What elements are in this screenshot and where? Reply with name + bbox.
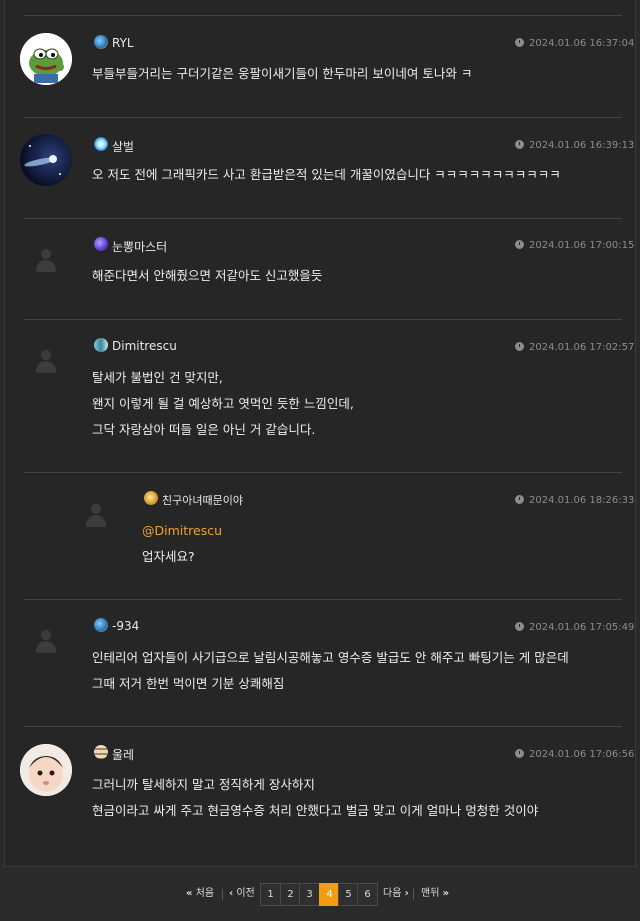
prev-page-button[interactable]: ‹ 이전 bbox=[229, 883, 255, 905]
pagination: « 처음 ‹ 이전 1 2 3 4 5 6 다음 › 맨뒤 » bbox=[0, 883, 640, 906]
timestamp-text: 2024.01.06 16:39:13 bbox=[529, 140, 635, 151]
comment-line: 그때 저거 한번 먹이면 기분 상쾌해짐 bbox=[92, 676, 285, 691]
comment-line: 왠지 이렇게 될 걸 예상하고 엿먹인 듯한 느낌인데, bbox=[92, 396, 354, 411]
clock-icon bbox=[515, 38, 524, 47]
nickname[interactable]: 친구아녀때문이야 bbox=[162, 492, 243, 508]
comment-text: @Dimitrescu 업자세요? bbox=[142, 518, 222, 570]
clock-icon bbox=[515, 495, 524, 504]
comment-line: 해준다면서 안해줬으면 저같아도 신고했을듯 bbox=[92, 268, 323, 283]
chevron-left-icon: ‹ bbox=[229, 888, 234, 899]
comment-text: 탈세가 불법인 건 맞지만, 왠지 이렇게 될 걸 예상하고 엿먹인 듯한 느낌… bbox=[92, 365, 354, 443]
comment-text: 인테리어 업자들이 사기급으로 날림시공해놓고 영수증 발급도 안 해주고 빠팅… bbox=[92, 645, 569, 697]
divider bbox=[24, 319, 622, 320]
comment-line: 오 저도 전에 그래픽카드 사고 환급받은적 있는데 개꿀이였습니다 ㅋㅋㅋㅋㅋ… bbox=[92, 167, 561, 182]
comment-text: 해준다면서 안해줬으면 저같아도 신고했을듯 bbox=[92, 263, 322, 289]
timestamp-text: 2024.01.06 18:26:33 bbox=[529, 495, 635, 506]
level-icon bbox=[94, 237, 108, 251]
comment-line: 그러니까 탈세하지 말고 정직하게 장사하지 bbox=[92, 777, 315, 792]
page-button-5[interactable]: 5 bbox=[338, 883, 359, 906]
avatar[interactable] bbox=[20, 33, 72, 85]
level-icon bbox=[94, 338, 108, 352]
comment-text: 부들부들거리는 구더기같은 웅팔이새기들이 한두마리 보이네여 토나와 ㅋ bbox=[92, 61, 472, 87]
clock-icon bbox=[515, 240, 524, 249]
timestamp: 2024.01.06 17:00:15 bbox=[515, 240, 634, 251]
divider bbox=[413, 889, 414, 900]
double-chevron-right-icon: » bbox=[442, 888, 450, 899]
divider bbox=[24, 15, 622, 16]
timestamp: 2024.01.06 16:39:13 bbox=[515, 140, 634, 151]
timestamp: 2024.01.06 17:05:49 bbox=[515, 622, 634, 633]
timestamp: 2024.01.06 16:37:04 bbox=[515, 38, 634, 49]
divider bbox=[24, 472, 622, 473]
next-page-label: 다음 bbox=[383, 888, 402, 899]
comment-line: 부들부들거리는 구더기같은 웅팔이새기들이 한두마리 보이네여 토나와 ㅋ bbox=[92, 66, 473, 81]
level-icon bbox=[94, 35, 108, 49]
page-button-2[interactable]: 2 bbox=[280, 883, 301, 906]
default-avatar-icon[interactable] bbox=[85, 504, 107, 528]
clock-icon bbox=[515, 342, 524, 351]
timestamp-text: 2024.01.06 16:37:04 bbox=[529, 38, 635, 49]
divider bbox=[24, 726, 622, 727]
page-button-6[interactable]: 6 bbox=[357, 883, 378, 906]
default-avatar-icon[interactable] bbox=[35, 350, 57, 374]
comment-text: 오 저도 전에 그래픽카드 사고 환급받은적 있는데 개꿀이였습니다 ㅋㅋㅋㅋㅋ… bbox=[92, 162, 561, 188]
timestamp-text: 2024.01.06 17:05:49 bbox=[529, 622, 635, 633]
chevron-right-icon: › bbox=[404, 888, 409, 899]
avatar[interactable] bbox=[20, 134, 72, 186]
nickname[interactable]: RYL bbox=[112, 36, 134, 50]
divider bbox=[24, 218, 622, 219]
first-page-button[interactable]: « 처음 bbox=[186, 883, 214, 905]
nickname[interactable]: 울레 bbox=[112, 746, 134, 763]
last-page-label: 맨뒤 bbox=[421, 888, 440, 899]
next-page-button[interactable]: 다음 › bbox=[383, 883, 409, 905]
level-icon bbox=[94, 618, 108, 632]
page-button-3[interactable]: 3 bbox=[299, 883, 320, 906]
clock-icon bbox=[515, 749, 524, 758]
last-page-button[interactable]: 맨뒤 » bbox=[421, 883, 449, 905]
page-button-1[interactable]: 1 bbox=[260, 883, 281, 906]
timestamp-text: 2024.01.06 17:00:15 bbox=[529, 240, 635, 251]
default-avatar-icon[interactable] bbox=[35, 249, 57, 273]
level-icon bbox=[144, 491, 158, 505]
timestamp-text: 2024.01.06 17:02:57 bbox=[529, 342, 635, 353]
timestamp: 2024.01.06 17:06:56 bbox=[515, 749, 634, 760]
timestamp: 2024.01.06 18:26:33 bbox=[515, 495, 634, 506]
level-icon bbox=[94, 137, 108, 151]
double-chevron-left-icon: « bbox=[186, 888, 193, 899]
divider bbox=[24, 117, 622, 118]
comment-line: 업자세요? bbox=[142, 549, 195, 564]
page-button-4-current[interactable]: 4 bbox=[319, 883, 340, 906]
first-page-label: 처음 bbox=[195, 888, 215, 899]
timestamp-text: 2024.01.06 17:06:56 bbox=[529, 749, 635, 760]
level-icon bbox=[94, 745, 108, 759]
nickname[interactable]: Dimitrescu bbox=[112, 339, 177, 353]
divider bbox=[222, 889, 223, 900]
comment-line: 인테리어 업자들이 사기급으로 날림시공해놓고 영수증 발급도 안 해주고 빠팅… bbox=[92, 650, 569, 665]
comment-line: 탈세가 불법인 건 맞지만, bbox=[92, 370, 223, 385]
nickname[interactable]: -934 bbox=[112, 619, 139, 633]
clock-icon bbox=[515, 622, 524, 631]
clock-icon bbox=[515, 140, 524, 149]
comment-line: 그닥 자랑삼아 떠들 일은 아닌 거 같습니다. bbox=[92, 422, 316, 437]
comment-line: 현금이라고 싸게 주고 현금영수증 처리 안했다고 벌금 맞고 이게 얼마나 멍… bbox=[92, 803, 539, 818]
avatar[interactable] bbox=[20, 744, 72, 796]
nickname[interactable]: 눈뽕마스터 bbox=[112, 238, 167, 255]
nickname[interactable]: 살벌 bbox=[112, 138, 134, 155]
comment-list: RYL 2024.01.06 16:37:04 부들부들거리는 구더기같은 웅팔… bbox=[4, 0, 636, 867]
default-avatar-icon[interactable] bbox=[35, 630, 57, 654]
divider bbox=[24, 599, 622, 600]
prev-page-label: 이전 bbox=[236, 888, 255, 899]
comment-text: 그러니까 탈세하지 말고 정직하게 장사하지 현금이라고 싸게 주고 현금영수증… bbox=[92, 772, 538, 824]
timestamp: 2024.01.06 17:02:57 bbox=[515, 342, 634, 353]
reply-mention[interactable]: @Dimitrescu bbox=[142, 518, 222, 544]
